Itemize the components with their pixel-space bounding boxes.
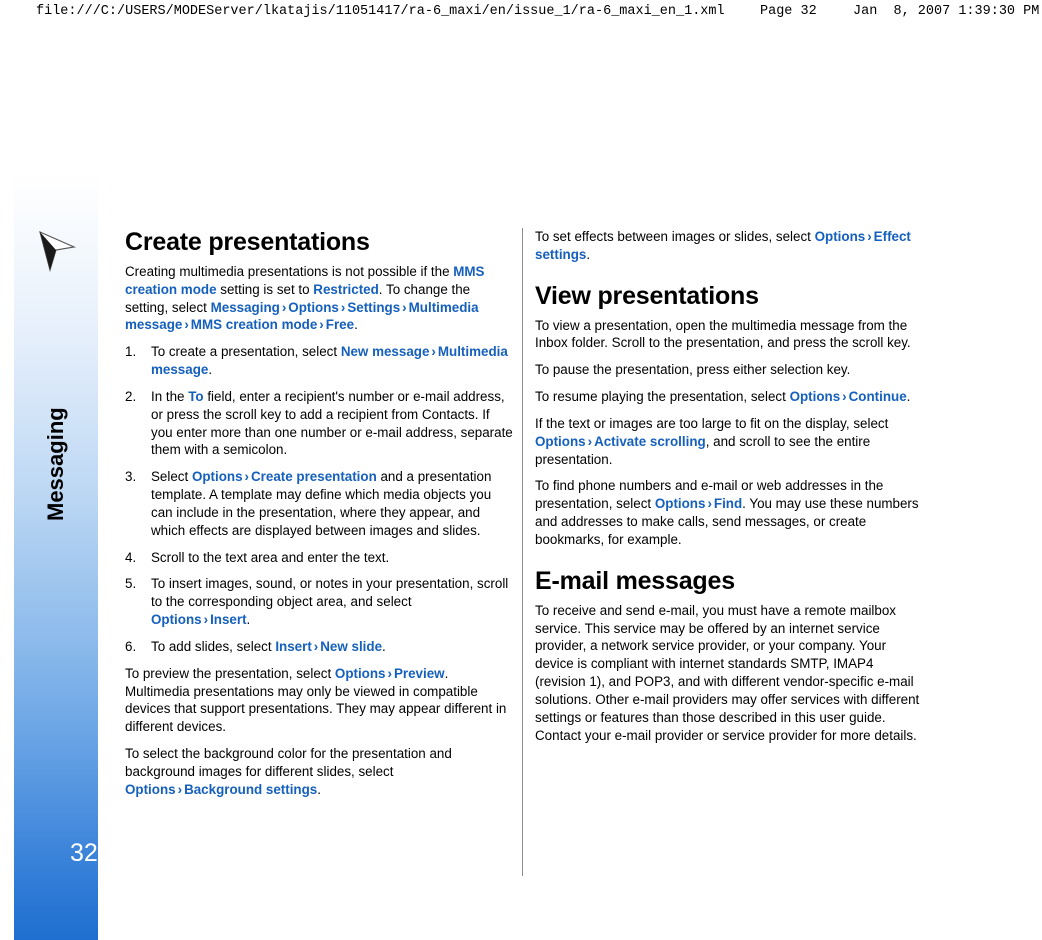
effects-text-1: To set effects between images or slides,… (535, 229, 815, 244)
background-text-1: To select the background color for the p… (125, 746, 452, 779)
step-text-2: field, enter a recipient's number or e-m… (151, 388, 513, 458)
step-text-2: . (208, 362, 213, 378)
right-column: To set effects between images or slides,… (535, 228, 923, 753)
heading-view-presentations: View presentations (535, 281, 759, 310)
chapter-spine: Messaging 32 (14, 172, 98, 940)
step-text-2: . (246, 612, 251, 628)
resume-text-2: . (906, 389, 911, 405)
list-item: 3. Select Options › Create presentation and… (125, 468, 513, 539)
step-text-1: In the (151, 388, 189, 404)
chevron-right-icon: › (319, 317, 324, 333)
keyword-options: Options (288, 299, 339, 315)
step-number: 1. (125, 344, 137, 360)
print-header-path: file:///C:/USERS/MODEServer/lkatajis/110… (36, 4, 725, 19)
keyword-insert: Insert (210, 612, 247, 628)
step-text-1: Select (151, 469, 192, 485)
resume-text-1: To resume playing the presentation, sele… (535, 389, 790, 405)
list-item: 5. To insert images, sound, or notes in y… (125, 575, 513, 628)
left-column: Create presentations Creating multimedia… (125, 228, 513, 808)
chevron-right-icon: › (867, 229, 872, 244)
list-item: 2. In the To field, enter a recipient's n… (125, 388, 513, 459)
heading-email-messages: E-mail messages (535, 566, 735, 595)
keyword-new-message: New message (340, 344, 430, 360)
paragraph-resume: To resume playing the presentation, sele… (535, 388, 923, 406)
paragraph-pause: To pause the presentation, press either … (535, 362, 851, 378)
chevron-right-icon: › (244, 469, 249, 485)
chevron-right-icon: › (587, 433, 593, 449)
paragraph-background: To select the background color for the p… (125, 745, 513, 798)
preview-text-1: To preview the presentation, select (125, 665, 335, 681)
chevron-right-icon: › (177, 781, 183, 797)
step-number: 6. (125, 638, 137, 654)
keyword-restricted: Restricted (313, 281, 379, 297)
keyword-options: Options (191, 469, 243, 485)
list-item: 1. To create a presentation, select New m… (125, 343, 513, 379)
chevron-right-icon: › (281, 299, 287, 315)
keyword-options: Options (814, 229, 866, 244)
step-text-1: To insert images, sound, or notes in you… (151, 576, 509, 610)
intro-text-2: setting is set to (216, 281, 314, 297)
step-text-2: . (382, 638, 386, 654)
step-text-1: Scroll to the text area and enter the te… (151, 549, 390, 565)
step-number: 2. (125, 388, 137, 404)
chevron-right-icon: › (707, 496, 712, 512)
step-text-1: To add slides, select (151, 638, 276, 654)
paragraph-view: To view a presentation, open the multime… (535, 317, 911, 351)
keyword-options: Options (789, 389, 841, 405)
keyword-to: To (188, 388, 204, 404)
print-header: file:///C:/USERS/MODEServer/lkatajis/110… (0, 0, 1042, 24)
step-number: 3. (125, 469, 137, 485)
keyword-free: Free (325, 317, 355, 333)
column-divider (522, 228, 523, 876)
paragraph-scrolling: If the text or images are too large to f… (535, 415, 923, 468)
paragraph-effects: To set effects between images or slides,… (535, 228, 923, 264)
background-text-2: . (317, 781, 321, 797)
step-text-1: To create a presentation, select (151, 344, 341, 360)
chevron-right-icon: › (431, 344, 436, 360)
keyword-settings: Settings (347, 299, 401, 315)
keyword-continue: Continue (848, 389, 907, 405)
paragraph-preview: To preview the presentation, select Opti… (125, 665, 513, 736)
keyword-options: Options (334, 665, 386, 681)
step-number: 5. (125, 576, 137, 592)
keyword-options: Options (535, 433, 586, 449)
keyword-options: Options (151, 612, 202, 628)
keyword-insert: Insert (275, 638, 312, 654)
keyword-new-slide: New slide (320, 638, 383, 654)
chevron-right-icon: › (313, 638, 319, 654)
keyword-mms-creation-mode-2: MMS creation mode (190, 317, 318, 333)
scroll-text-1: If the text or images are too large to f… (535, 415, 889, 431)
chapter-label: Messaging (43, 407, 68, 521)
chevron-right-icon: › (402, 299, 407, 315)
keyword-create-presentation: Create presentation (251, 469, 377, 485)
keyword-messaging: Messaging (210, 299, 280, 315)
keyword-background-settings: Background settings (184, 781, 318, 797)
keyword-activate-scrolling: Activate scrolling (594, 433, 706, 449)
chevron-right-icon: › (203, 612, 209, 628)
steps-list: 1. To create a presentation, select New m… (125, 343, 513, 655)
list-item: 6. To add slides, select Insert › New slide… (125, 638, 513, 656)
keyword-options: Options (125, 781, 176, 797)
intro-text-4: . (354, 317, 358, 333)
paragraph-find: To find phone numbers and e-mail or web … (535, 477, 923, 548)
effects-text-2: . (586, 246, 591, 262)
page-number: 32 (70, 839, 98, 867)
print-header-date: Jan 8, 2007 1:39:30 PM (853, 4, 1040, 19)
step-number: 4. (125, 549, 137, 565)
print-header-page: Page 32 (760, 4, 817, 19)
paragraph-email: To receive and send e-mail, you must hav… (535, 602, 920, 743)
keyword-preview: Preview (393, 665, 445, 681)
chevron-right-icon: › (842, 389, 847, 405)
paragraph-intro: Creating multimedia presentations is not… (125, 263, 513, 334)
heading-create-presentations: Create presentations (125, 228, 370, 256)
keyword-options: Options (654, 496, 706, 512)
chevron-right-icon: › (387, 665, 392, 681)
keyword-find: Find (713, 496, 743, 512)
list-item: 4. Scroll to the text area and enter the … (125, 549, 513, 567)
chevron-right-icon: › (184, 317, 189, 333)
intro-text-1: Creating multimedia presentations is not… (125, 264, 454, 279)
